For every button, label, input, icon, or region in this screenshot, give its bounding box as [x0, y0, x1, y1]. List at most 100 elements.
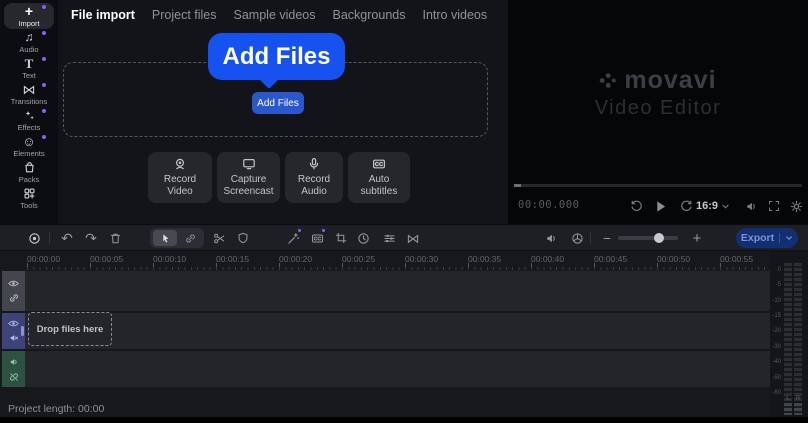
subtitles-icon[interactable]	[308, 225, 326, 251]
transition-icon[interactable]: ⋈	[404, 225, 422, 251]
color-wheel-icon[interactable]	[568, 225, 586, 251]
export-button[interactable]: Export	[736, 228, 798, 248]
volume-icon[interactable]	[742, 196, 760, 216]
record-audio-button[interactable]: RecordAudio	[285, 152, 343, 203]
smiley-icon: ☺	[22, 135, 35, 148]
video-track-lane[interactable]	[25, 271, 770, 311]
mute-icon[interactable]	[9, 333, 19, 343]
sidebar-item-effects[interactable]: Effects	[4, 107, 54, 133]
notification-dot	[42, 5, 46, 9]
zoom-slider-knob[interactable]	[654, 233, 664, 243]
chevron-down-icon[interactable]	[719, 196, 731, 216]
timeline: 00:00:00 00:00:05 00:00:10 00:00:15 00:0…	[0, 250, 808, 417]
text-icon: T	[25, 57, 34, 70]
sliders-icon[interactable]	[380, 225, 398, 251]
import-tabs: File import Project files Sample videos …	[71, 0, 487, 29]
tool-mode-group	[150, 228, 204, 248]
select-tool-icon[interactable]	[153, 230, 177, 246]
audio-level-meter: 0 -5 -10 -15 -20 -30 -40 -50 -60 L R	[770, 251, 808, 418]
action-label: Autosubtitles	[361, 174, 398, 198]
tab-project-files[interactable]: Project files	[152, 8, 217, 22]
play-button[interactable]	[650, 196, 672, 216]
import-panel: File import Project files Sample videos …	[58, 0, 508, 224]
audio-track-lane[interactable]	[25, 351, 770, 387]
preview-seekbar[interactable]	[514, 184, 802, 187]
link-icon[interactable]	[9, 293, 19, 303]
audio-track-header[interactable]	[2, 351, 25, 387]
sidebar-item-label: Effects	[18, 123, 41, 132]
previous-frame-button[interactable]	[626, 196, 646, 216]
add-files-button[interactable]: Add Files	[252, 92, 304, 114]
sparkles-icon	[23, 109, 36, 122]
tab-sample-videos[interactable]: Sample videos	[234, 8, 316, 22]
meter-label: -40	[770, 359, 781, 365]
action-label: RecordAudio	[298, 174, 330, 198]
timeline-zoom-slider[interactable]	[618, 236, 678, 240]
crop-icon[interactable]	[332, 225, 350, 251]
aspect-ratio-selector[interactable]: 16:9	[696, 196, 718, 216]
undo-icon[interactable]: ↶	[58, 225, 76, 251]
add-files-callout: Add Files	[208, 33, 345, 80]
sidebar-item-label: Elements	[13, 149, 44, 158]
main-track-lane[interactable]	[25, 313, 770, 349]
track-drag-handle[interactable]	[21, 326, 24, 336]
zoom-in-icon[interactable]: +	[688, 225, 706, 251]
divider	[779, 233, 780, 243]
eye-icon[interactable]	[8, 279, 19, 288]
sidebar-item-transitions[interactable]: ⋈ Transitions	[4, 81, 54, 107]
preview-panel: movavi Video Editor 00:00.000 16:9	[508, 0, 808, 224]
meter-bar-bottom	[784, 403, 792, 415]
sidebar-item-tools[interactable]: Tools	[4, 185, 54, 211]
link-tool-icon[interactable]	[180, 230, 200, 246]
unlink-icon[interactable]	[9, 372, 19, 382]
shield-icon[interactable]	[234, 225, 252, 251]
sidebar-item-audio[interactable]: ♫ Audio	[4, 29, 54, 55]
gear-icon[interactable]	[787, 196, 805, 216]
fullscreen-icon[interactable]	[765, 196, 783, 216]
meter-bar-bottom	[794, 403, 802, 415]
timeline-drop-zone[interactable]: Drop files here	[28, 312, 112, 346]
next-frame-button[interactable]	[676, 196, 696, 216]
brand-name: movavi	[624, 66, 716, 95]
zoom-out-icon[interactable]: −	[598, 225, 616, 251]
tab-intro-videos[interactable]: Intro videos	[422, 8, 487, 22]
product-name: Video Editor	[508, 97, 808, 120]
speed-icon[interactable]	[354, 225, 372, 251]
notification-dot	[42, 109, 46, 113]
speaker-icon[interactable]	[9, 357, 19, 367]
auto-subtitles-button[interactable]: Autosubtitles	[348, 152, 410, 203]
tab-file-import[interactable]: File import	[71, 8, 135, 22]
sidebar-item-text[interactable]: T Text	[4, 55, 54, 81]
sidebar-item-elements[interactable]: ☺ Elements	[4, 133, 54, 159]
movavi-dots-icon	[599, 72, 616, 89]
notification-dot	[42, 57, 46, 61]
action-label: RecordVideo	[164, 174, 196, 198]
clip-volume-icon[interactable]	[542, 225, 560, 251]
export-label: Export	[741, 232, 774, 244]
monitor-icon	[242, 157, 256, 171]
trash-icon[interactable]	[106, 225, 124, 251]
tab-backgrounds[interactable]: Backgrounds	[333, 8, 406, 22]
sidebar-item-label: Text	[22, 71, 36, 80]
ruler-ticks	[27, 267, 767, 270]
sidebar-item-import[interactable]: + Import	[4, 3, 54, 29]
capture-screencast-button[interactable]: CaptureScreencast	[217, 152, 280, 203]
record-video-button[interactable]: RecordVideo	[148, 152, 212, 203]
video-track-header[interactable]	[2, 271, 25, 311]
notification-dot	[42, 83, 46, 87]
meter-label: 0	[770, 267, 781, 273]
scissors-icon[interactable]	[210, 225, 228, 251]
music-note-icon: ♫	[25, 31, 34, 44]
eye-icon[interactable]	[8, 319, 19, 328]
sidebar-item-label: Packs	[19, 175, 39, 184]
meter-label: -20	[770, 328, 781, 334]
grid-icon	[23, 187, 36, 200]
meter-channel-label: L	[784, 395, 792, 402]
magic-wand-icon[interactable]	[284, 225, 302, 251]
project-length-status: Project length: 00:00	[8, 403, 104, 415]
redo-icon[interactable]: ↷	[82, 225, 100, 251]
main-track-header[interactable]	[2, 313, 25, 349]
sidebar-item-packs[interactable]: Packs	[4, 159, 54, 185]
meter-bar-left	[784, 263, 792, 401]
record-icon[interactable]	[25, 225, 43, 251]
